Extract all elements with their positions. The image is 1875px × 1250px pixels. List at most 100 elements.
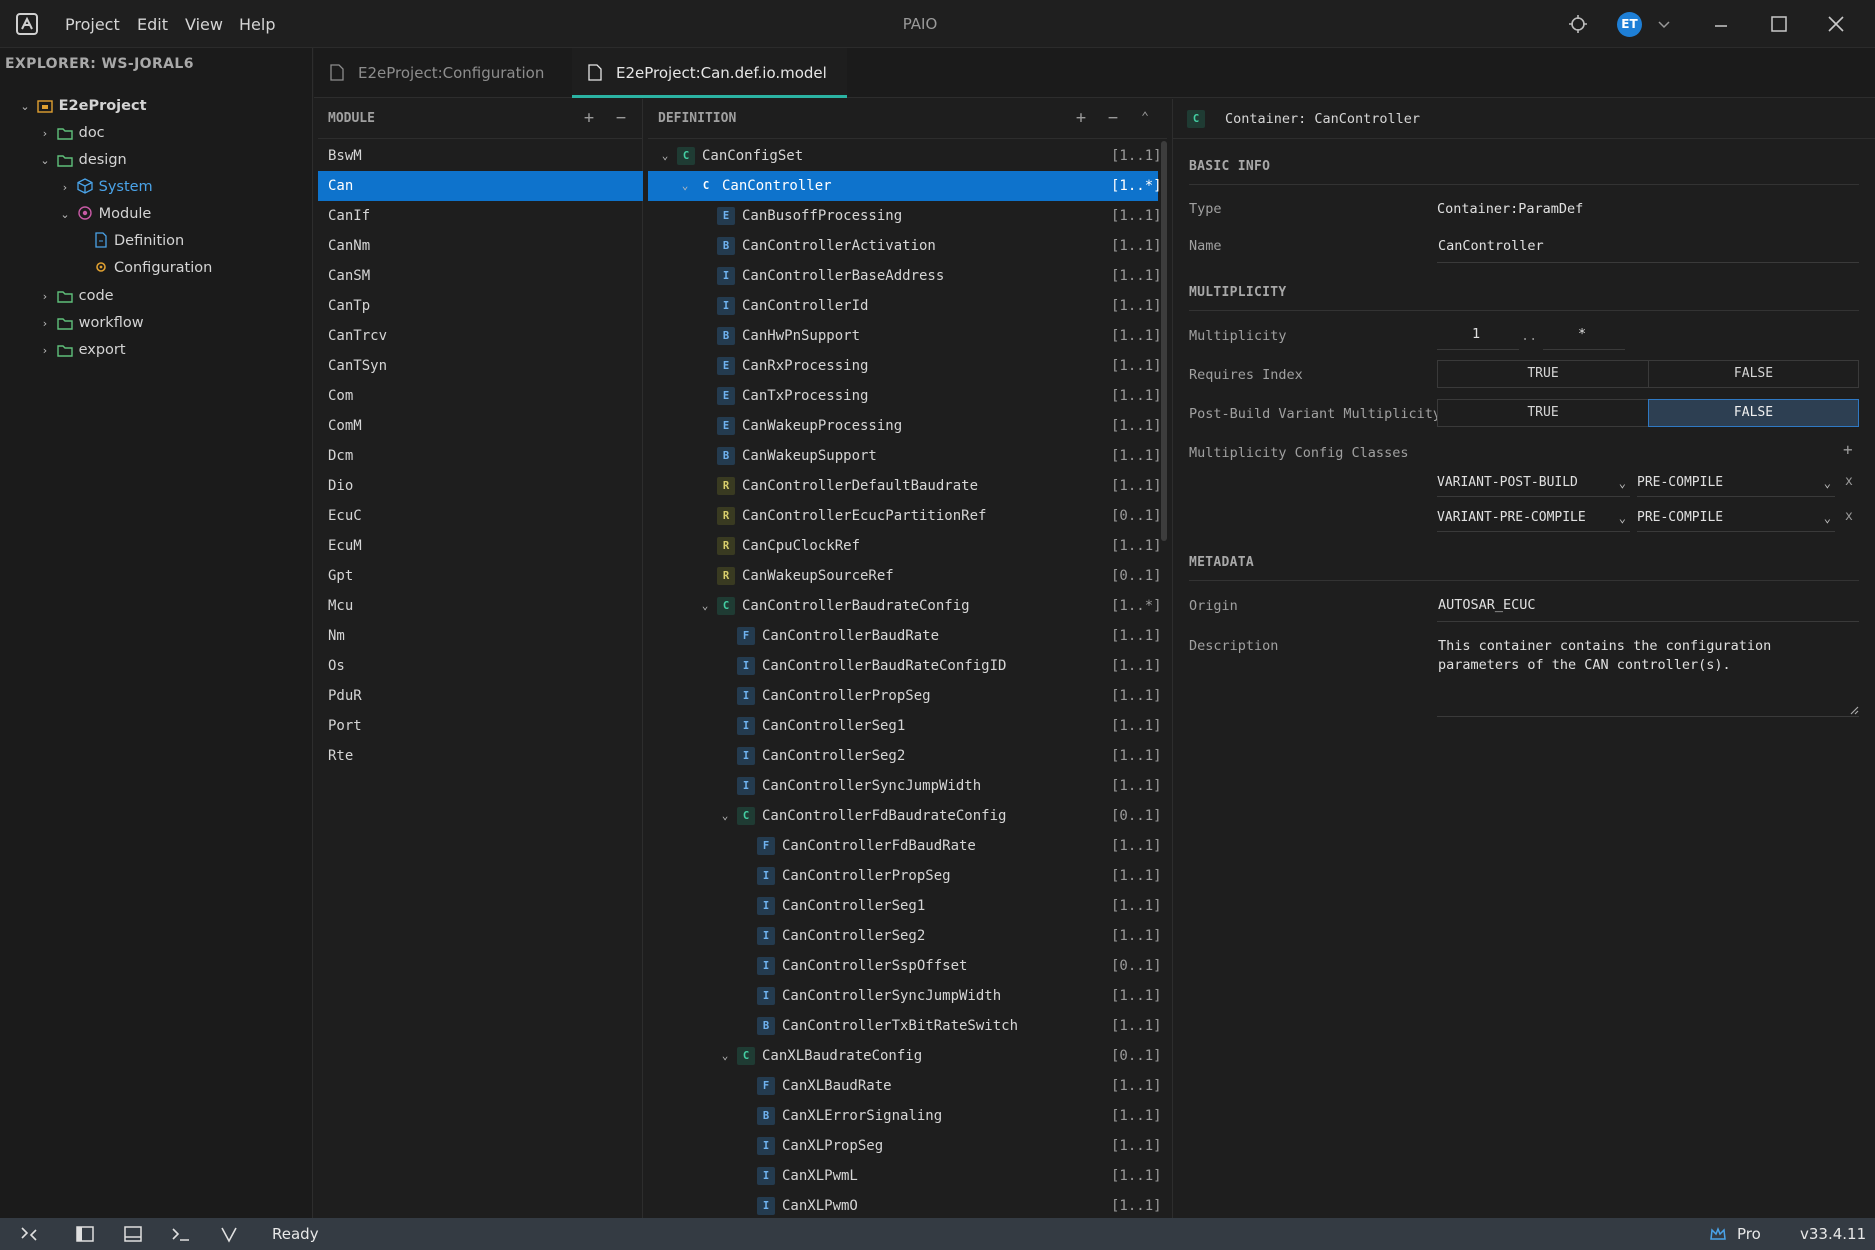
definition-row[interactable]: B CanXLErrorSignaling [1..1] <box>648 1101 1162 1131</box>
definition-row[interactable]: I CanControllerSeg2 [1..1] <box>648 921 1162 951</box>
chevron-right-icon[interactable]: › <box>38 285 52 309</box>
module-item[interactable]: ComM <box>318 411 643 441</box>
add-icon[interactable]: + <box>580 109 598 127</box>
definition-row[interactable]: ⌄ C CanController [1..*] <box>648 171 1162 201</box>
module-item[interactable]: CanNm <box>318 231 643 261</box>
module-item[interactable]: CanIf <box>318 201 643 231</box>
definition-row[interactable]: F CanControllerBaudRate [1..1] <box>648 621 1162 651</box>
definition-row[interactable]: I CanControllerSeg2 [1..1] <box>648 741 1162 771</box>
class-select-2[interactable]: PRE-COMPILE ⌄ <box>1637 504 1835 532</box>
module-item[interactable]: Mcu <box>318 591 643 621</box>
definition-row[interactable]: I CanXLPropSeg [1..1] <box>648 1131 1162 1161</box>
add-config-class-icon[interactable]: + <box>1843 440 1853 459</box>
definition-row[interactable]: I CanControllerSeg1 [1..1] <box>648 711 1162 741</box>
module-item[interactable]: Os <box>318 651 643 681</box>
post-build-variant-false-button[interactable]: FALSE <box>1648 399 1859 427</box>
chevron-down-icon[interactable]: ⌄ <box>38 149 52 173</box>
collapse-all-icon[interactable]: ⌃ <box>1136 109 1154 127</box>
module-item[interactable]: Com <box>318 381 643 411</box>
module-item[interactable]: PduR <box>318 681 643 711</box>
chevron-right-icon[interactable]: › <box>38 339 52 363</box>
definition-row[interactable]: R CanControllerDefaultBaudrate [1..1] <box>648 471 1162 501</box>
definition-row[interactable]: I CanControllerSspOffset [0..1] <box>648 951 1162 981</box>
name-field[interactable]: CanController <box>1438 238 1544 254</box>
toggle-sidebar-icon[interactable] <box>74 1223 96 1245</box>
post-build-variant-true-button[interactable]: TRUE <box>1437 399 1649 427</box>
tree-item-configuration[interactable]: Configuration <box>94 256 212 280</box>
tree-item-module[interactable]: ⌄ Module <box>58 202 151 226</box>
multiplicity-lower-field[interactable]: 1 <box>1472 326 1480 342</box>
definition-row[interactable]: I CanControllerSeg1 [1..1] <box>648 891 1162 921</box>
add-icon[interactable]: + <box>1072 109 1090 127</box>
chevron-down-icon[interactable]: ⌄ <box>658 141 672 171</box>
definition-row[interactable]: E CanRxProcessing [1..1] <box>648 351 1162 381</box>
definition-row[interactable]: ⌄ C CanControllerBaudrateConfig [1..*] <box>648 591 1162 621</box>
definition-row[interactable]: I CanControllerSyncJumpWidth [1..1] <box>648 771 1162 801</box>
chevron-down-icon[interactable]: ⌄ <box>718 1041 732 1071</box>
definition-row[interactable]: E CanTxProcessing [1..1] <box>648 381 1162 411</box>
toggle-panel-icon[interactable] <box>122 1223 144 1245</box>
chevron-down-icon[interactable]: ⌄ <box>678 171 692 201</box>
tree-item-definition[interactable]: Definition <box>94 229 184 253</box>
resize-handle-icon[interactable] <box>1850 706 1859 715</box>
definition-row[interactable]: R CanWakeupSourceRef [0..1] <box>648 561 1162 591</box>
variant-select-1[interactable]: VARIANT-POST-BUILD ⌄ <box>1437 469 1630 497</box>
module-item[interactable]: CanTSyn <box>318 351 643 381</box>
chevron-down-icon[interactable]: ⌄ <box>58 203 72 227</box>
description-textarea[interactable]: This container contains the configuratio… <box>1438 637 1860 675</box>
remote-icon[interactable] <box>18 1223 40 1245</box>
user-avatar[interactable]: ET <box>1617 12 1642 37</box>
chevron-down-icon[interactable] <box>1654 14 1674 34</box>
chevron-down-icon[interactable]: ⌄ <box>18 95 32 119</box>
tree-item-code[interactable]: › code <box>38 284 114 308</box>
module-item[interactable]: BswM <box>318 141 643 171</box>
definition-row[interactable]: I CanControllerPropSeg [1..1] <box>648 681 1162 711</box>
definition-row[interactable]: I CanControllerSyncJumpWidth [1..1] <box>648 981 1162 1011</box>
definition-row[interactable]: B CanHwPnSupport [1..1] <box>648 321 1162 351</box>
module-item[interactable]: Port <box>318 711 643 741</box>
module-item[interactable]: EcuC <box>318 501 643 531</box>
definition-row[interactable]: B CanWakeupSupport [1..1] <box>648 441 1162 471</box>
vcs-icon[interactable] <box>218 1223 240 1245</box>
requires-index-true-button[interactable]: TRUE <box>1437 360 1649 388</box>
chevron-right-icon[interactable]: › <box>58 176 72 200</box>
definition-row[interactable]: I CanControllerId [1..1] <box>648 291 1162 321</box>
remove-config-class-button[interactable]: x <box>1845 509 1853 524</box>
maximize-icon[interactable] <box>1767 12 1791 36</box>
tree-item-design[interactable]: ⌄ design <box>38 148 126 173</box>
module-item[interactable]: CanTrcv <box>318 321 643 351</box>
module-item[interactable]: EcuM <box>318 531 643 561</box>
requires-index-false-button[interactable]: FALSE <box>1648 360 1859 388</box>
extensions-icon[interactable] <box>1566 12 1590 36</box>
remove-icon[interactable]: − <box>612 109 630 127</box>
definition-row[interactable]: I CanControllerPropSeg [1..1] <box>648 861 1162 891</box>
remove-icon[interactable]: − <box>1104 109 1122 127</box>
tree-item-export[interactable]: › export <box>38 338 126 362</box>
tree-item-workflow[interactable]: › workflow <box>38 311 144 335</box>
tree-item-doc[interactable]: › doc <box>38 121 105 145</box>
definition-row[interactable]: ⌄ C CanConfigSet [1..1] <box>648 141 1162 171</box>
module-item[interactable]: Rte <box>318 741 643 771</box>
scrollbar[interactable] <box>1161 141 1167 541</box>
module-item[interactable]: Dcm <box>318 441 643 471</box>
chevron-right-icon[interactable]: › <box>38 122 52 146</box>
module-item[interactable]: CanTp <box>318 291 643 321</box>
multiplicity-upper-field[interactable]: * <box>1578 326 1586 342</box>
chevron-down-icon[interactable]: ⌄ <box>718 801 732 831</box>
definition-row[interactable]: R CanControllerEcucPartitionRef [0..1] <box>648 501 1162 531</box>
definition-row[interactable]: F CanXLBaudRate [1..1] <box>648 1071 1162 1101</box>
definition-row[interactable]: I CanXLPwmO [1..1] <box>648 1191 1162 1221</box>
definition-row[interactable]: F CanControllerFdBaudRate [1..1] <box>648 831 1162 861</box>
origin-field[interactable]: AUTOSAR_ECUC <box>1438 597 1536 613</box>
module-item[interactable]: Can <box>318 171 643 201</box>
chevron-down-icon[interactable]: ⌄ <box>698 591 712 621</box>
definition-row[interactable]: E CanWakeupProcessing [1..1] <box>648 411 1162 441</box>
minimize-icon[interactable] <box>1709 12 1733 36</box>
definition-row[interactable]: B CanControllerActivation [1..1] <box>648 231 1162 261</box>
definition-row[interactable]: ⌄ C CanControllerFdBaudrateConfig [0..1] <box>648 801 1162 831</box>
tree-item-e2eproject[interactable]: ⌄ E2eProject <box>18 94 146 119</box>
definition-row[interactable]: I CanControllerBaudRateConfigID [1..1] <box>648 651 1162 681</box>
tree-item-system[interactable]: › System <box>58 175 153 199</box>
definition-row[interactable]: B CanControllerTxBitRateSwitch [1..1] <box>648 1011 1162 1041</box>
remove-config-class-button[interactable]: x <box>1845 474 1853 489</box>
